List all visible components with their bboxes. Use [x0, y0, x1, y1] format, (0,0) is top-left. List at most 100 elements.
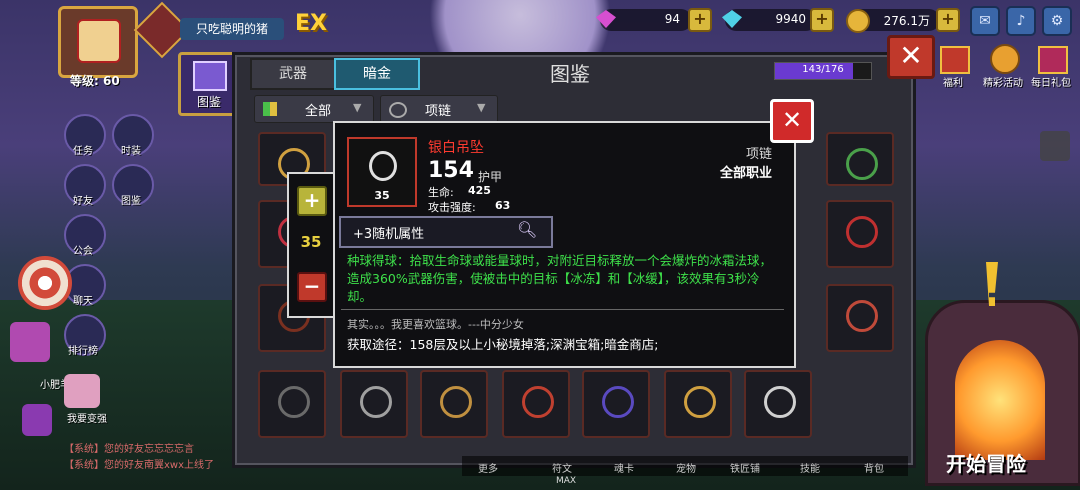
decrease-button[interactable]: −	[297, 272, 327, 302]
chat-line[interactable]: 【系统】您的好友忘忘忘忘言	[64, 440, 194, 455]
quantity-value: 35	[300, 233, 322, 251]
item-slot[interactable]	[258, 370, 326, 438]
crystal-value: 94	[664, 12, 680, 26]
stat-hp-value: 425	[468, 184, 491, 197]
chat-tag: 【系统】	[64, 444, 104, 455]
chat-line[interactable]: 【系统】您的好友南翼xwx上线了	[64, 456, 214, 471]
lock-icon[interactable]	[1040, 131, 1070, 161]
grid-icon	[263, 102, 277, 116]
item-slot[interactable]	[502, 370, 570, 438]
item-name: 银白吊坠	[428, 140, 484, 156]
codex-book-icon	[193, 61, 227, 91]
vip-badge[interactable]: EX	[286, 6, 336, 42]
tab-dark-gold[interactable]: 暗金	[334, 58, 420, 90]
random-attribute-box: +3随机属性 🔍︎	[339, 216, 553, 248]
gold-coin-icon	[846, 9, 870, 33]
necklace-small-icon	[389, 102, 407, 118]
item-flavor-text: 其实。。。我更喜欢篮球。---中分少女	[347, 318, 524, 331]
necklace-icon	[684, 386, 716, 418]
bottom-tab-pet[interactable]: 宠物	[676, 460, 696, 475]
item-slot-type: 项链	[745, 147, 772, 162]
random-attribute-text: +3随机属性	[353, 227, 425, 242]
side-label-task: 任务	[73, 146, 93, 157]
collection-progress-text: 143/176	[802, 64, 844, 75]
settings-icon[interactable]: ⚙	[1042, 6, 1072, 36]
item-slot[interactable]	[826, 132, 894, 186]
portal-gate[interactable]	[955, 340, 1045, 460]
chat-text: 您的好友忘忘忘忘言	[104, 444, 194, 455]
item-slot[interactable]	[420, 370, 488, 438]
item-slot[interactable]	[582, 370, 650, 438]
necklace-icon	[764, 386, 796, 418]
daily-gift-icon[interactable]	[1038, 46, 1068, 74]
stat-hp-label: 生命:	[428, 186, 454, 199]
gold-add-button[interactable]: +	[936, 8, 960, 32]
bottom-tab-bag[interactable]: 背包	[864, 460, 884, 475]
category-filter-value: 全部	[305, 104, 332, 119]
necklace-icon	[522, 386, 554, 418]
side-label-ranking: 排行榜	[68, 346, 98, 357]
event-label-activity: 精彩活动	[983, 78, 1023, 89]
slot-filter-value: 项链	[425, 104, 452, 119]
item-power: 154	[428, 158, 474, 183]
start-adventure-button[interactable]: 开始冒险	[946, 448, 1026, 477]
diamond-value: 9940	[775, 12, 806, 26]
chevron-down-icon: ▼	[477, 101, 486, 114]
girl-character[interactable]	[64, 374, 100, 408]
necklace-icon	[846, 300, 878, 332]
bottom-tab-smithy[interactable]: 铁匠铺	[730, 460, 760, 475]
item-icon-level: 35	[374, 189, 390, 202]
chevron-down-icon: ▼	[353, 101, 362, 114]
category-filter-dropdown[interactable]: 全部 ▼	[254, 95, 374, 123]
slot-filter-dropdown[interactable]: 项链 ▼	[380, 95, 498, 123]
side-label-guild: 公会	[73, 246, 93, 257]
item-slot[interactable]	[826, 200, 894, 268]
necklace-icon	[278, 386, 310, 418]
side-label-friends: 好友	[73, 196, 93, 207]
necklace-icon	[360, 386, 392, 418]
stat-attack-label: 攻击强度:	[428, 201, 476, 214]
close-panel-button[interactable]: ✕	[887, 35, 935, 79]
item-slot[interactable]	[826, 284, 894, 352]
necklace-icon	[602, 386, 634, 418]
event-label-daily: 每日礼包	[1031, 78, 1071, 89]
bottom-tab-soul-card[interactable]: 魂卡	[614, 460, 634, 475]
player-avatar[interactable]	[58, 6, 138, 78]
bottom-tab-rune[interactable]: 符文	[552, 460, 572, 475]
event-label-welfare: 福利	[943, 78, 963, 89]
item-slot[interactable]	[340, 370, 408, 438]
item-class: 全部职业	[719, 166, 772, 181]
bottom-tab-more[interactable]: 更多	[478, 460, 498, 475]
side-char-label-2: 我要变强	[67, 414, 107, 425]
tab-weapon[interactable]: 武器	[250, 58, 336, 90]
item-power-label: 护甲	[478, 170, 503, 184]
codex-title: 图鉴	[550, 62, 590, 86]
crystal-add-button[interactable]: +	[688, 8, 712, 32]
item-effect: 种球得球：拾取生命球或能量球时，对附近目标释放一个会爆炸的冰霜法球，造成360%…	[347, 253, 773, 304]
necklace-icon	[846, 216, 878, 248]
witch-character	[22, 404, 52, 436]
diamond-add-button[interactable]: +	[810, 8, 834, 32]
event-icon[interactable]	[990, 44, 1020, 74]
close-popup-button[interactable]: ✕	[770, 99, 814, 143]
codex-button[interactable]: 图鉴	[178, 52, 240, 116]
stat-attack-value: 63	[495, 199, 511, 212]
gift-icon[interactable]	[940, 46, 970, 74]
increase-button[interactable]: +	[297, 186, 327, 216]
player-level: 等级: 60	[70, 74, 120, 88]
avatar-face-icon	[77, 19, 121, 63]
bottom-tab-skill[interactable]: 技能	[800, 460, 820, 475]
item-icon-frame: 35	[347, 137, 417, 207]
mail-icon[interactable]: ✉	[970, 6, 1000, 36]
item-slot[interactable]	[664, 370, 732, 438]
item-slot[interactable]	[744, 370, 812, 438]
sound-icon[interactable]: ♪	[1006, 6, 1036, 36]
item-source: 获取途径：158层及以上小秘境掉落;深渊宝箱;暗金商店;	[347, 337, 659, 352]
magnifier-icon[interactable]: 🔍︎	[517, 220, 537, 239]
popup-divider	[341, 309, 784, 310]
silver-pendant-icon	[369, 151, 397, 181]
pet-character[interactable]	[10, 322, 50, 362]
max-label: MAX	[556, 476, 577, 486]
player-name: 只吃聪明的猪	[180, 18, 284, 40]
necklace-icon	[846, 148, 878, 180]
